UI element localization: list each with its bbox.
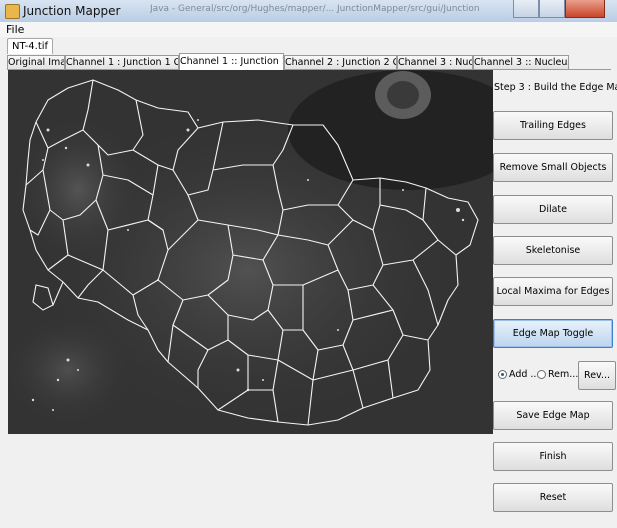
save-edge-map-button[interactable]: Save Edge Map xyxy=(493,401,613,430)
minimize-button[interactable] xyxy=(513,0,539,18)
edge-map-image xyxy=(8,70,493,434)
window-title: Junction Mapper xyxy=(23,4,121,18)
add-radio[interactable]: Add ... xyxy=(498,369,539,380)
dilate-button[interactable]: Dilate xyxy=(493,195,613,224)
menu-file[interactable]: File xyxy=(6,23,24,36)
local-maxima-button[interactable]: Local Maxima for Edges xyxy=(493,277,613,306)
tab-original-image[interactable]: Original Image xyxy=(7,55,65,69)
image-viewer[interactable] xyxy=(8,70,493,434)
tab-channel3-nucleus-tool[interactable]: Channel 3 :: Nucleus Tool xyxy=(473,55,569,69)
remove-radio[interactable]: Rem... xyxy=(537,369,578,380)
background-window-title: Java - General/src/org/Hughes/mapper/...… xyxy=(150,4,480,14)
close-button[interactable] xyxy=(565,0,605,18)
skeletonise-button[interactable]: Skeletonise xyxy=(493,236,613,265)
edge-map-toggle-button[interactable]: Edge Map Toggle xyxy=(493,319,613,348)
reset-button[interactable]: Reset xyxy=(493,483,613,512)
file-tab[interactable]: NT-4.tif xyxy=(7,38,54,54)
menu-bar: File xyxy=(0,22,617,37)
finish-button[interactable]: Finish xyxy=(493,442,613,471)
add-radio-label: Add ... xyxy=(509,369,540,380)
trailing-edges-button[interactable]: Trailing Edges xyxy=(493,111,613,140)
title-bar: Junction Mapper Java - General/src/org/H… xyxy=(0,0,617,23)
step-label: Step 3 : Build the Edge Map xyxy=(494,82,617,93)
add-remove-radio-group: Add ... Rem... Rev... xyxy=(496,361,616,391)
tab-channel1-junction-channel[interactable]: Channel 1 : Junction 1 Channel xyxy=(65,55,179,69)
tab-channel1-junction-tool[interactable]: Channel 1 :: Junction 1 Tool xyxy=(179,53,284,70)
remove-small-objects-button[interactable]: Remove Small Objects xyxy=(493,153,613,182)
tab-channel2-junction-channel[interactable]: Channel 2 : Junction 2 Channel xyxy=(284,55,397,69)
control-panel: Step 3 : Build the Edge Map Trailing Edg… xyxy=(493,70,617,528)
rev-button[interactable]: Rev... xyxy=(578,361,616,390)
maximize-button[interactable] xyxy=(539,0,565,18)
radio-selected-icon xyxy=(498,370,507,379)
channel-tab-strip: Original Image Channel 1 : Junction 1 Ch… xyxy=(7,53,611,70)
tab-channel3-nucleus[interactable]: Channel 3 : Nucleus xyxy=(397,55,473,69)
remove-radio-label: Rem... xyxy=(548,369,579,380)
radio-unselected-icon xyxy=(537,370,546,379)
app-icon xyxy=(5,4,20,19)
